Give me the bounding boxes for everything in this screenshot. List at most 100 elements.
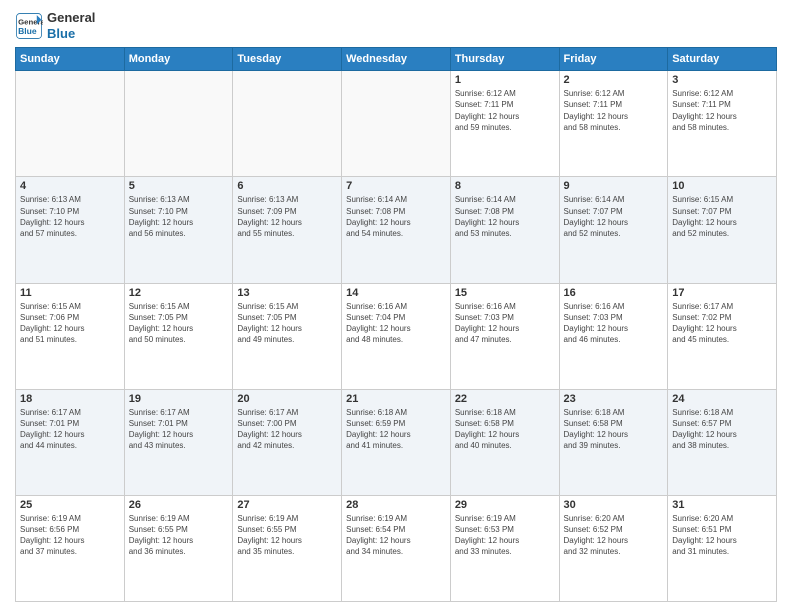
day-number: 16 [564,287,664,299]
day-number: 8 [455,180,555,192]
day-info: Sunrise: 6:15 AMSunset: 7:05 PMDaylight:… [129,301,229,346]
day-info: Sunrise: 6:13 AMSunset: 7:09 PMDaylight:… [237,194,337,239]
day-number: 2 [564,74,664,86]
page: General Blue General Blue Sunday Monday … [0,0,792,612]
day-cell: 8 Sunrise: 6:14 AMSunset: 7:08 PMDaylight… [450,177,559,283]
logo-text: General Blue [47,10,95,41]
day-number: 11 [20,287,120,299]
day-info: Sunrise: 6:18 AMSunset: 6:59 PMDaylight:… [346,407,446,452]
day-cell: 15 Sunrise: 6:16 AMSunset: 7:03 PMDayligh… [450,283,559,389]
week-row-2: 4 Sunrise: 6:13 AMSunset: 7:10 PMDaylight… [16,177,777,283]
day-cell: 2 Sunrise: 6:12 AMSunset: 7:11 PMDaylight… [559,71,668,177]
day-info: Sunrise: 6:19 AMSunset: 6:53 PMDaylight:… [455,513,555,558]
day-cell: 24Sunrise: 6:18 AMSunset: 6:57 PMDayligh… [668,389,777,495]
day-info: Sunrise: 6:16 AMSunset: 7:04 PMDaylight:… [346,301,446,346]
day-number: 30 [564,499,664,511]
day-cell: 16 Sunrise: 6:16 AMSunset: 7:03 PMDayligh… [559,283,668,389]
day-info: Sunrise: 6:19 AMSunset: 6:54 PMDaylight:… [346,513,446,558]
day-number: 4 [20,180,120,192]
header-saturday: Saturday [668,48,777,71]
day-number: 31 [672,499,772,511]
day-cell: 7 Sunrise: 6:14 AMSunset: 7:08 PMDaylight… [342,177,451,283]
day-number: 15 [455,287,555,299]
header: General Blue General Blue [15,10,777,41]
day-number: 20 [237,393,337,405]
header-monday: Monday [124,48,233,71]
day-info: Sunrise: 6:15 AMSunset: 7:05 PMDaylight:… [237,301,337,346]
day-cell [233,71,342,177]
day-number: 7 [346,180,446,192]
day-info: Sunrise: 6:19 AMSunset: 6:56 PMDaylight:… [20,513,120,558]
day-cell: 10Sunrise: 6:15 AMSunset: 7:07 PMDayligh… [668,177,777,283]
day-cell: 14 Sunrise: 6:16 AMSunset: 7:04 PMDayligh… [342,283,451,389]
day-number: 26 [129,499,229,511]
day-cell: 30 Sunrise: 6:20 AMSunset: 6:52 PMDayligh… [559,495,668,601]
day-info: Sunrise: 6:14 AMSunset: 7:08 PMDaylight:… [455,194,555,239]
day-info: Sunrise: 6:12 AMSunset: 7:11 PMDaylight:… [672,88,772,133]
day-cell: 20 Sunrise: 6:17 AMSunset: 7:00 PMDayligh… [233,389,342,495]
day-cell: 22 Sunrise: 6:18 AMSunset: 6:58 PMDayligh… [450,389,559,495]
day-info: Sunrise: 6:18 AMSunset: 6:58 PMDaylight:… [455,407,555,452]
day-cell [124,71,233,177]
day-cell: 25 Sunrise: 6:19 AMSunset: 6:56 PMDayligh… [16,495,125,601]
day-cell: 6 Sunrise: 6:13 AMSunset: 7:09 PMDaylight… [233,177,342,283]
day-cell: 13 Sunrise: 6:15 AMSunset: 7:05 PMDayligh… [233,283,342,389]
day-cell: 9 Sunrise: 6:14 AMSunset: 7:07 PMDaylight… [559,177,668,283]
week-row-3: 11 Sunrise: 6:15 AMSunset: 7:06 PMDayligh… [16,283,777,389]
day-info: Sunrise: 6:20 AMSunset: 6:52 PMDaylight:… [564,513,664,558]
logo-general: General [47,10,95,26]
day-cell: 3 Sunrise: 6:12 AMSunset: 7:11 PMDaylight… [668,71,777,177]
day-number: 22 [455,393,555,405]
day-cell: 23Sunrise: 6:18 AMSunset: 6:58 PMDayligh… [559,389,668,495]
header-sunday: Sunday [16,48,125,71]
day-info: Sunrise: 6:17 AMSunset: 7:01 PMDaylight:… [129,407,229,452]
day-cell [342,71,451,177]
day-number: 5 [129,180,229,192]
header-friday: Friday [559,48,668,71]
day-info: Sunrise: 6:18 AMSunset: 6:58 PMDaylight:… [564,407,664,452]
day-number: 13 [237,287,337,299]
day-info: Sunrise: 6:13 AMSunset: 7:10 PMDaylight:… [129,194,229,239]
day-info: Sunrise: 6:20 AMSunset: 6:51 PMDaylight:… [672,513,772,558]
svg-text:Blue: Blue [18,25,37,35]
day-info: Sunrise: 6:17 AMSunset: 7:02 PMDaylight:… [672,301,772,346]
weekday-header-row: Sunday Monday Tuesday Wednesday Thursday… [16,48,777,71]
day-info: Sunrise: 6:14 AMSunset: 7:07 PMDaylight:… [564,194,664,239]
day-info: Sunrise: 6:17 AMSunset: 7:00 PMDaylight:… [237,407,337,452]
day-cell: 1 Sunrise: 6:12 AMSunset: 7:11 PMDaylight… [450,71,559,177]
day-cell: 27Sunrise: 6:19 AMSunset: 6:55 PMDayligh… [233,495,342,601]
logo-blue: Blue [47,26,95,42]
day-info: Sunrise: 6:12 AMSunset: 7:11 PMDaylight:… [455,88,555,133]
logo: General Blue General Blue [15,10,95,41]
day-info: Sunrise: 6:12 AMSunset: 7:11 PMDaylight:… [564,88,664,133]
header-thursday: Thursday [450,48,559,71]
day-number: 18 [20,393,120,405]
day-cell [16,71,125,177]
day-info: Sunrise: 6:16 AMSunset: 7:03 PMDaylight:… [564,301,664,346]
day-info: Sunrise: 6:14 AMSunset: 7:08 PMDaylight:… [346,194,446,239]
day-info: Sunrise: 6:13 AMSunset: 7:10 PMDaylight:… [20,194,120,239]
day-cell: 18 Sunrise: 6:17 AMSunset: 7:01 PMDayligh… [16,389,125,495]
day-info: Sunrise: 6:18 AMSunset: 6:57 PMDaylight:… [672,407,772,452]
day-info: Sunrise: 6:17 AMSunset: 7:01 PMDaylight:… [20,407,120,452]
day-info: Sunrise: 6:15 AMSunset: 7:06 PMDaylight:… [20,301,120,346]
day-number: 25 [20,499,120,511]
week-row-4: 18 Sunrise: 6:17 AMSunset: 7:01 PMDayligh… [16,389,777,495]
day-cell: 28Sunrise: 6:19 AMSunset: 6:54 PMDayligh… [342,495,451,601]
day-number: 17 [672,287,772,299]
day-number: 6 [237,180,337,192]
logo-icon: General Blue [15,12,43,40]
day-cell: 19 Sunrise: 6:17 AMSunset: 7:01 PMDayligh… [124,389,233,495]
day-number: 1 [455,74,555,86]
day-number: 19 [129,393,229,405]
day-cell: 31 Sunrise: 6:20 AMSunset: 6:51 PMDayligh… [668,495,777,601]
day-cell: 26Sunrise: 6:19 AMSunset: 6:55 PMDayligh… [124,495,233,601]
day-cell: 5 Sunrise: 6:13 AMSunset: 7:10 PMDaylight… [124,177,233,283]
day-number: 14 [346,287,446,299]
day-number: 12 [129,287,229,299]
day-cell: 21Sunrise: 6:18 AMSunset: 6:59 PMDayligh… [342,389,451,495]
day-number: 9 [564,180,664,192]
day-info: Sunrise: 6:16 AMSunset: 7:03 PMDaylight:… [455,301,555,346]
day-number: 3 [672,74,772,86]
day-number: 29 [455,499,555,511]
